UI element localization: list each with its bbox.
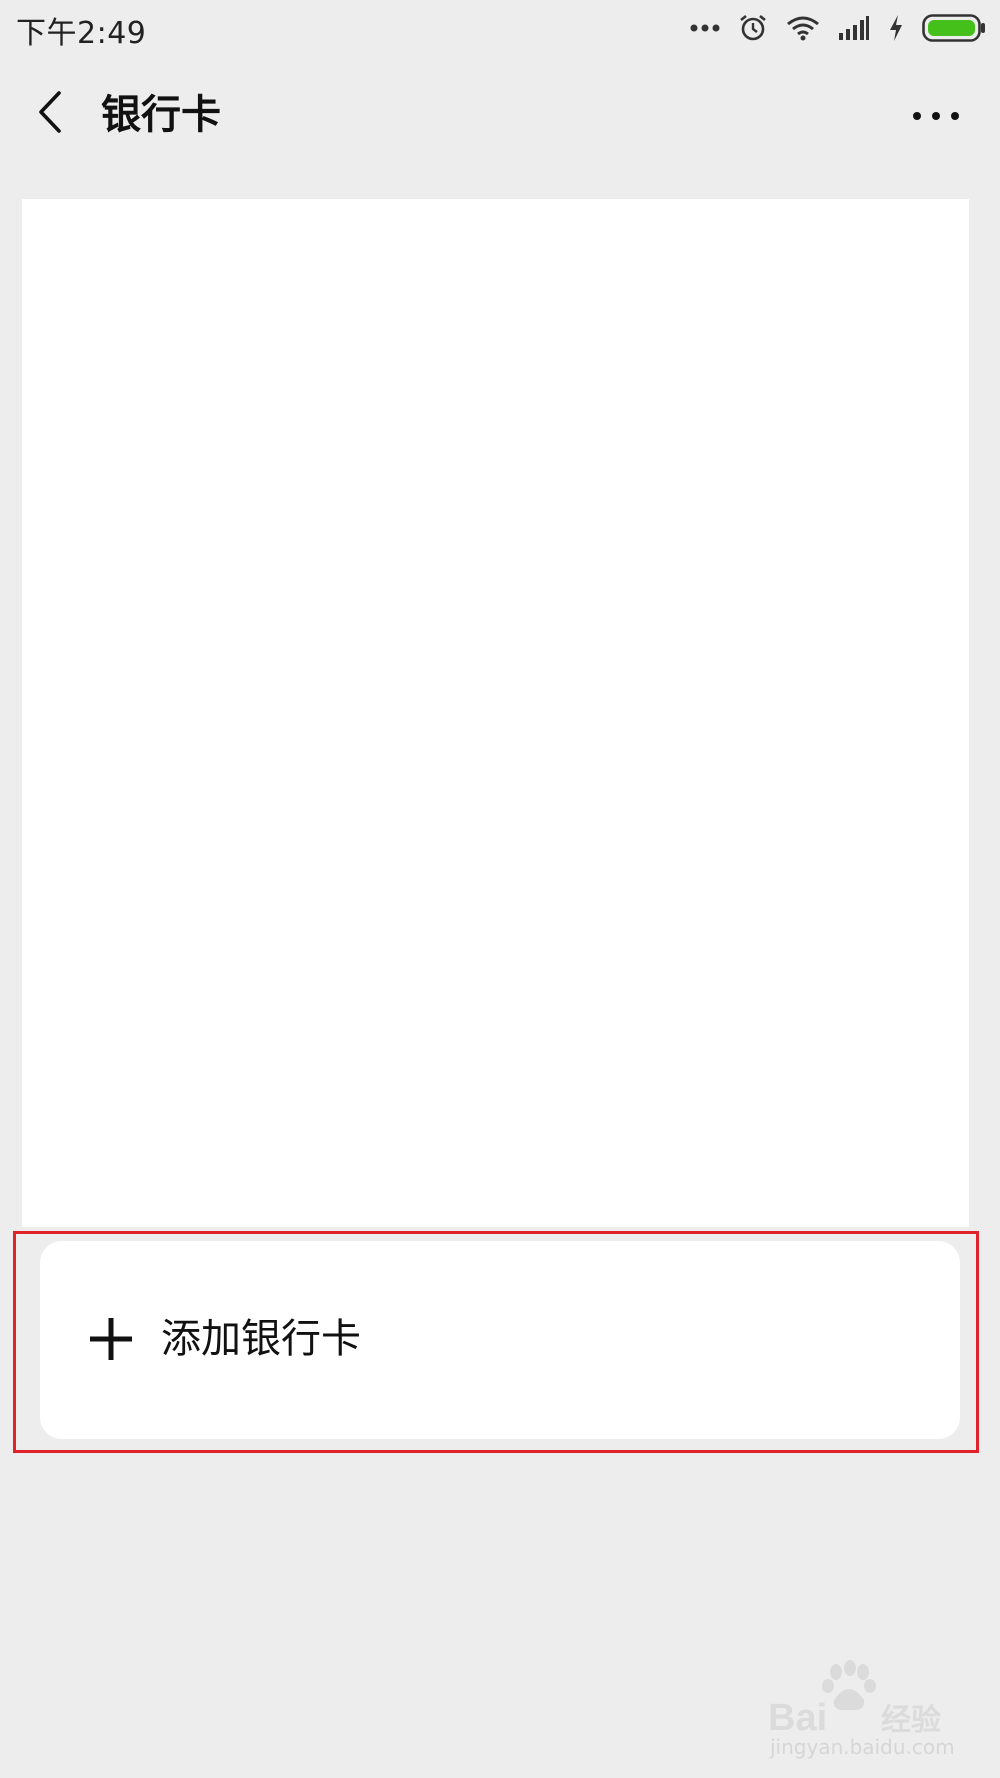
more-dots-icon [690, 23, 720, 33]
svg-text:经验: 经验 [881, 1703, 941, 1738]
status-bar: 下午2:49 [0, 0, 1000, 56]
status-time: 下午2:49 [16, 16, 147, 51]
svg-text:Bai: Bai [768, 1697, 827, 1739]
charging-icon [888, 14, 904, 42]
battery-icon [922, 14, 986, 42]
page-title: 银行卡 [101, 92, 221, 138]
add-bank-card-button[interactable]: 添加银行卡 [40, 1241, 960, 1439]
watermark-url: jingyan.baidu.com [770, 1735, 955, 1759]
header-bar: 银行卡 [0, 70, 1000, 160]
signal-icon [838, 15, 870, 41]
wifi-icon [786, 15, 820, 41]
more-button[interactable] [906, 90, 966, 140]
bank-card-list [22, 199, 969, 1227]
back-button[interactable] [22, 86, 78, 142]
more-horizontal-icon [912, 106, 960, 125]
add-bank-card-label: 添加银行卡 [161, 1316, 361, 1362]
status-icons [690, 10, 986, 46]
chevron-left-icon [35, 90, 65, 138]
plus-icon [90, 1318, 132, 1360]
alarm-icon [738, 13, 768, 43]
